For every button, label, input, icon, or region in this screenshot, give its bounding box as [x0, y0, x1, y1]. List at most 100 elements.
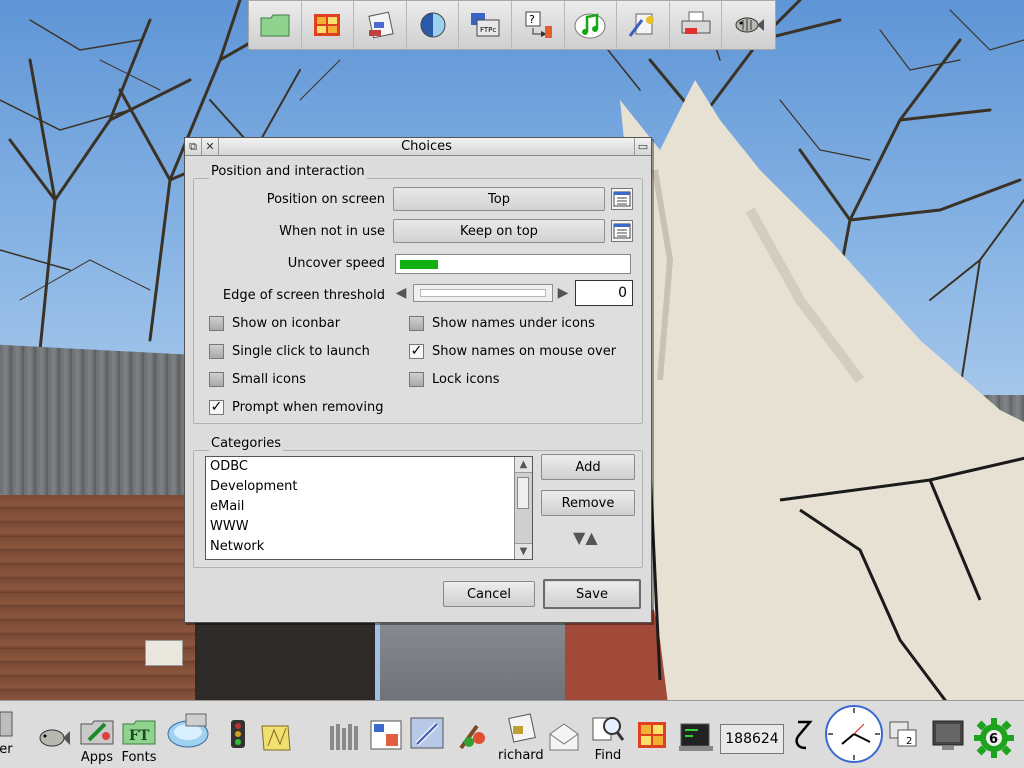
edge-threshold-increase-button[interactable]: ▶ [555, 284, 571, 302]
window-titlebar[interactable]: ⧉ ✕ Choices ▭ [185, 138, 651, 156]
position-group-label: Position and interaction [209, 164, 367, 179]
checkbox[interactable] [409, 315, 424, 331]
iconbar-find[interactable]: Find [590, 712, 626, 763]
checkbox[interactable]: ✓ [209, 399, 224, 415]
list-item[interactable]: WWW [206, 517, 532, 537]
zeta-icon [795, 720, 813, 750]
scroll-thumb[interactable] [517, 477, 529, 509]
edge-threshold-label: Edge of screen threshold [222, 288, 385, 303]
iconbar-windows[interactable]: 2 [888, 718, 924, 752]
iconbar-task-manager[interactable]: 6 [972, 716, 1016, 760]
free-memory-display[interactable]: 188624 [720, 724, 784, 754]
list-item[interactable]: Development [206, 477, 532, 497]
iconbar-paint[interactable] [368, 718, 404, 752]
monitor-icon [932, 720, 964, 750]
arrow-left-icon: ◀ [395, 285, 407, 301]
list-item[interactable]: ODBC [206, 457, 532, 477]
apps-folder-icon [80, 720, 114, 745]
show-names-under-icons-option[interactable]: Show names under icons [409, 314, 595, 332]
folder-button[interactable] [249, 1, 302, 49]
option-label: Single click to launch [232, 343, 370, 359]
checkbox[interactable] [209, 343, 224, 359]
edge-threshold-slider[interactable] [413, 284, 553, 302]
close-button[interactable]: ✕ [202, 138, 219, 155]
fish-button[interactable] [722, 1, 775, 49]
ftpc-button[interactable]: FTPc [459, 1, 512, 49]
checkmark-icon: ✓ [410, 343, 423, 359]
edge-threshold-decrease-button[interactable]: ◀ [393, 284, 409, 302]
position-on-screen-menu-button[interactable] [611, 188, 633, 210]
iconbar-fonts[interactable]: FT Fonts [121, 714, 157, 765]
show-on-iconbar-option[interactable]: Show on iconbar [209, 314, 340, 332]
puzzle-kit-button[interactable] [301, 1, 355, 49]
stable-roof [0, 344, 200, 506]
checkbox[interactable]: ✓ [409, 343, 424, 359]
option-label: Small icons [232, 371, 306, 387]
iconbar-hard-disc[interactable] [166, 710, 210, 750]
iconbar-traffic-light[interactable] [220, 718, 256, 752]
iconbar-master[interactable]: aster [0, 706, 14, 757]
fish-icon [39, 729, 70, 747]
music-button[interactable] [564, 1, 618, 49]
iconbar-pinboard[interactable] [326, 720, 362, 754]
iconbar-richard[interactable]: richard [498, 712, 544, 763]
puzzle-kit-icon [638, 722, 666, 748]
list-scrollbar[interactable]: ▲ ▼ [514, 457, 532, 559]
iconbar-fish[interactable] [36, 720, 72, 754]
fish-icon [735, 17, 764, 33]
categories-group-label: Categories [209, 436, 284, 451]
iconbar-clock[interactable] [824, 704, 884, 764]
uncover-speed-slider[interactable] [395, 254, 631, 274]
toolbox-button[interactable] [617, 1, 670, 49]
draw-icon [261, 725, 291, 751]
move-down-icon[interactable]: ▼ [573, 528, 585, 547]
svg-text:?: ? [529, 13, 535, 26]
checkbox[interactable] [209, 371, 224, 387]
back-button[interactable]: ⧉ [185, 138, 202, 155]
iconbar-apps[interactable]: Apps [79, 714, 115, 765]
checkbox[interactable] [209, 315, 224, 331]
when-not-in-use-field: Keep on top [393, 219, 605, 243]
checkbox[interactable] [409, 371, 424, 387]
iconbar-task-window[interactable] [678, 720, 714, 754]
help-icon: ? [525, 11, 552, 38]
list-item[interactable]: eMail [206, 497, 532, 517]
single-click-option[interactable]: Single click to launch [209, 342, 370, 360]
iconbar-puzzle-kit[interactable] [634, 718, 670, 752]
puzzle-kit-icon [314, 14, 341, 36]
cancel-button[interactable]: Cancel [443, 581, 535, 607]
option-label: Show on iconbar [232, 315, 341, 331]
hard-disc-icon [167, 713, 209, 748]
prompt-when-removing-option[interactable]: ✓ Prompt when removing [209, 398, 383, 416]
remove-button[interactable]: Remove [541, 490, 635, 516]
iconbar-edit[interactable] [409, 716, 445, 750]
iconbar-artworks[interactable] [455, 718, 491, 752]
iconbar-zeta[interactable] [786, 718, 822, 752]
add-button[interactable]: Add [541, 454, 635, 480]
iconbar-mail[interactable] [546, 720, 582, 754]
drive-icon [0, 711, 13, 737]
help-button[interactable]: ? [511, 1, 565, 49]
news-button[interactable] [354, 1, 407, 49]
uncover-speed-label: Uncover speed [287, 256, 385, 271]
when-not-in-use-menu-button[interactable] [611, 220, 633, 242]
categories-list[interactable]: ODBC Development eMail WWW Network ▲ ▼ [205, 456, 533, 560]
iconbar-display[interactable] [930, 718, 966, 752]
lock-icons-option[interactable]: Lock icons [409, 370, 500, 388]
iconise-button[interactable]: ▭ [634, 138, 651, 155]
uncover-speed-fill [400, 260, 438, 269]
small-icons-option[interactable]: Small icons [209, 370, 306, 388]
list-item[interactable]: Network [206, 537, 532, 557]
printer-button[interactable] [669, 1, 723, 49]
save-button[interactable]: Save [543, 579, 641, 609]
globe-button[interactable] [406, 1, 460, 49]
menu-icon [613, 223, 631, 239]
scroll-up-button[interactable]: ▲ [515, 457, 532, 473]
edge-threshold-input[interactable]: 0 [575, 280, 633, 306]
move-up-icon[interactable]: ▲ [585, 528, 597, 547]
scroll-down-button[interactable]: ▼ [515, 543, 532, 559]
task-window-icon [679, 723, 713, 751]
iconbar-draw[interactable] [258, 720, 294, 754]
position-on-screen-label: Position on screen [266, 192, 385, 207]
show-names-mouse-over-option[interactable]: ✓ Show names on mouse over [409, 342, 616, 360]
